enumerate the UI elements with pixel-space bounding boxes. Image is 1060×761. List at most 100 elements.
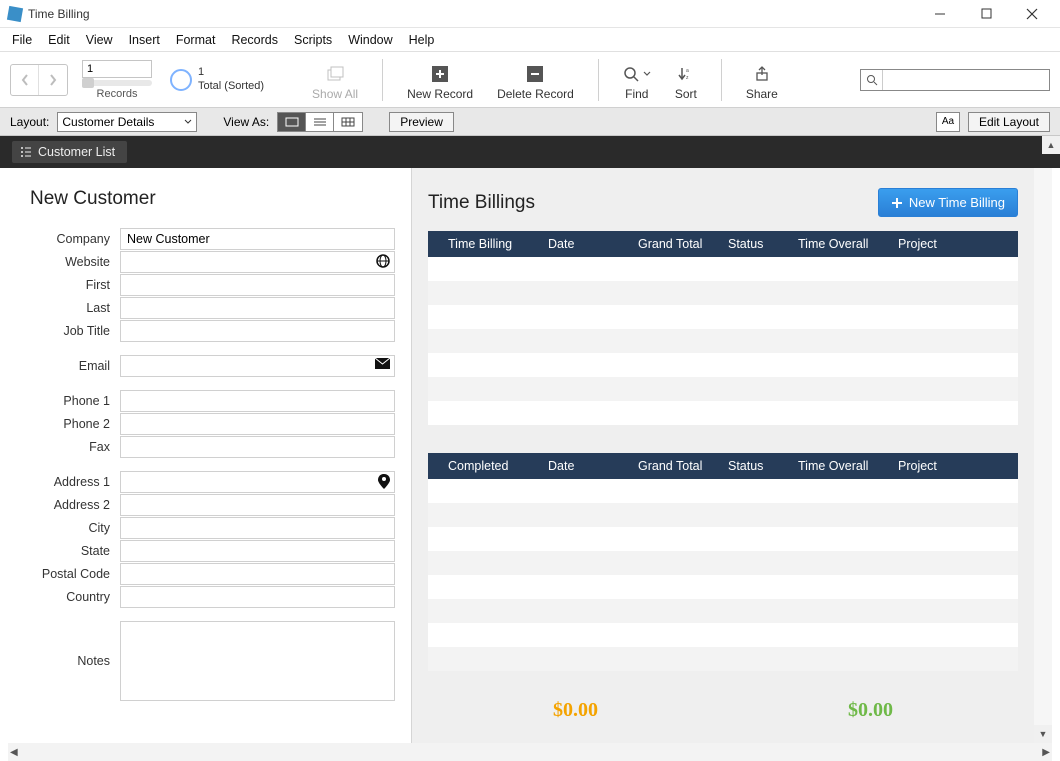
col-time-overall: Time Overall	[798, 459, 898, 473]
scroll-down-button[interactable]: ▼	[1034, 725, 1052, 743]
col-project: Project	[898, 459, 957, 473]
table-row	[428, 551, 1018, 575]
menu-format[interactable]: Format	[176, 33, 216, 47]
table-row	[428, 401, 1018, 425]
country-label: Country	[30, 590, 120, 604]
country-field[interactable]	[120, 586, 395, 608]
minimize-button[interactable]	[926, 8, 954, 20]
form-heading: New Customer	[30, 188, 411, 210]
view-table-button[interactable]	[334, 113, 362, 131]
address2-field[interactable]	[120, 494, 395, 516]
pie-icon[interactable]	[170, 69, 192, 91]
search-box[interactable]	[860, 69, 1050, 91]
show-all-button[interactable]: Show All	[312, 63, 358, 101]
menu-file[interactable]: File	[12, 33, 32, 47]
billings-panel: Time Billings New Time Billing Time Bill…	[412, 168, 1034, 743]
col-project: Project	[898, 237, 957, 251]
app-icon	[7, 5, 23, 21]
content-area: New Customer CompanyNew Customer Website…	[8, 168, 1052, 743]
scroll-right-button[interactable]: ▶	[1042, 747, 1050, 758]
menu-records[interactable]: Records	[231, 33, 278, 47]
first-field[interactable]	[120, 274, 395, 296]
table-row	[428, 479, 1018, 503]
state-label: State	[30, 544, 120, 558]
toolbar: Records 1 Total (Sorted) Show All New Re…	[0, 52, 1060, 108]
menu-edit[interactable]: Edit	[48, 33, 70, 47]
menu-view[interactable]: View	[86, 33, 113, 47]
layout-bar: Layout: Customer Details View As: Previe…	[0, 108, 1060, 136]
share-icon	[754, 63, 770, 85]
menu-insert[interactable]: Insert	[129, 33, 160, 47]
last-field[interactable]	[120, 297, 395, 319]
found-count: 1	[198, 66, 264, 79]
horizontal-scrollbar[interactable]: ◀ ▶	[8, 743, 1052, 761]
table-row	[428, 599, 1018, 623]
col-completed: Completed	[448, 459, 548, 473]
job-title-field[interactable]	[120, 320, 395, 342]
view-as-label: View As:	[223, 115, 269, 129]
map-pin-icon[interactable]	[378, 474, 390, 489]
maximize-button[interactable]	[972, 8, 1000, 20]
phone1-field[interactable]	[120, 390, 395, 412]
search-icon	[861, 70, 883, 90]
customer-list-button[interactable]: Customer List	[12, 141, 127, 163]
scroll-up-button[interactable]: ▲	[1042, 136, 1060, 154]
record-nav	[10, 64, 68, 96]
record-number-input[interactable]	[82, 60, 152, 78]
svg-text:a: a	[686, 68, 689, 74]
close-button[interactable]	[1018, 8, 1046, 20]
table-row	[428, 647, 1018, 671]
website-field[interactable]	[120, 251, 395, 273]
records-label: Records	[97, 88, 138, 100]
view-form-button[interactable]	[278, 113, 306, 131]
col-date: Date	[548, 237, 638, 251]
layout-select[interactable]: Customer Details	[57, 112, 197, 132]
notes-field[interactable]	[120, 621, 395, 701]
menu-help[interactable]: Help	[409, 33, 435, 47]
billings-heading: Time Billings	[428, 192, 535, 214]
table-row	[428, 329, 1018, 353]
col-status: Status	[728, 459, 798, 473]
menu-window[interactable]: Window	[348, 33, 392, 47]
phone2-field[interactable]	[120, 413, 395, 435]
search-input[interactable]	[883, 73, 1049, 87]
table-row	[428, 527, 1018, 551]
last-label: Last	[30, 301, 120, 315]
phone1-label: Phone 1	[30, 394, 120, 408]
city-field[interactable]	[120, 517, 395, 539]
preview-button[interactable]: Preview	[389, 112, 454, 132]
menu-scripts[interactable]: Scripts	[294, 33, 332, 47]
address1-label: Address 1	[30, 475, 120, 489]
col-grand-total: Grand Total	[638, 459, 728, 473]
table-row	[428, 377, 1018, 401]
postal-field[interactable]	[120, 563, 395, 585]
plus-icon	[891, 197, 903, 209]
table-row	[428, 575, 1018, 599]
sort-button[interactable]: az Sort	[675, 63, 697, 101]
fax-field[interactable]	[120, 436, 395, 458]
email-field[interactable]	[120, 355, 395, 377]
scroll-left-button[interactable]: ◀	[10, 747, 18, 758]
search-icon	[623, 63, 651, 85]
next-record-button[interactable]	[39, 65, 67, 95]
postal-label: Postal Code	[30, 567, 120, 581]
prev-record-button[interactable]	[11, 65, 39, 95]
address1-field[interactable]	[120, 471, 395, 493]
new-time-billing-button[interactable]: New Time Billing	[878, 188, 1018, 217]
company-field[interactable]: New Customer	[120, 228, 395, 250]
formatting-bar-button[interactable]: Aa	[936, 112, 960, 132]
view-list-button[interactable]	[306, 113, 334, 131]
mail-icon[interactable]	[375, 358, 390, 369]
completed-billings-table: Completed Date Grand Total Status Time O…	[428, 453, 1018, 671]
find-button[interactable]: Find	[623, 63, 651, 101]
delete-record-button[interactable]: Delete Record	[497, 63, 574, 101]
edit-layout-button[interactable]: Edit Layout	[968, 112, 1050, 132]
share-button[interactable]: Share	[746, 63, 778, 101]
state-field[interactable]	[120, 540, 395, 562]
job-title-label: Job Title	[30, 324, 120, 338]
new-record-button[interactable]: New Record	[407, 63, 473, 101]
col-grand-total: Grand Total	[638, 237, 728, 251]
record-slider[interactable]	[82, 80, 152, 86]
completed-total: $0.00	[848, 699, 893, 722]
globe-icon[interactable]	[376, 254, 390, 268]
